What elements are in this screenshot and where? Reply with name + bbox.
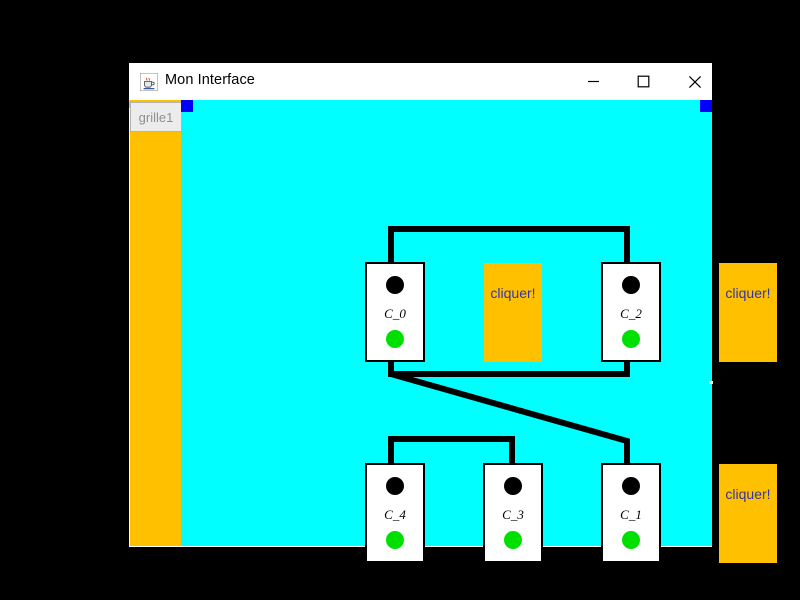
maximize-button[interactable] [620, 63, 666, 100]
close-icon [688, 75, 702, 88]
cell-bottom-dot[interactable] [622, 330, 640, 348]
cell-label: C_4 [384, 507, 406, 522]
sidebar-rail [130, 100, 181, 546]
cell-top-dot[interactable] [622, 477, 640, 495]
cliquer-button-label: cliquer! [725, 285, 771, 301]
cliquer-button-label: cliquer! [490, 285, 536, 301]
cell-bottom-dot[interactable] [386, 330, 404, 348]
cell-top-dot[interactable] [386, 477, 404, 495]
title-bar: Mon Interface [129, 63, 712, 100]
cliquer-button-3[interactable]: cliquer! [719, 464, 777, 563]
corner-marker-top-right[interactable] [700, 100, 712, 112]
cell-top-dot[interactable] [504, 477, 522, 495]
tab-grille1[interactable]: grille1 [130, 102, 182, 132]
cell-C_3[interactable]: C_3 [483, 463, 543, 563]
cell-label: C_2 [620, 306, 642, 321]
wire-c4-top-to-c3-top [388, 436, 515, 465]
cell-C_2[interactable]: C_2 [601, 262, 661, 362]
cell-top-dot[interactable] [622, 276, 640, 294]
cell-top-dot[interactable] [386, 276, 404, 294]
application-window: Mon Interface grille1 C_0 C_2 C_4 C_3 C_… [129, 63, 777, 563]
cell-bottom-dot[interactable] [504, 531, 522, 549]
cliquer-button-label: cliquer! [725, 486, 771, 502]
corner-marker-top-left[interactable] [181, 100, 193, 112]
wire-c0-bottom-to-c1-top [390, 371, 630, 465]
minimize-icon [587, 80, 599, 83]
window-edge-artifact [709, 381, 713, 384]
cell-bottom-dot[interactable] [386, 531, 404, 549]
cell-label: C_1 [620, 507, 642, 522]
tab-grille1-label: grille1 [138, 109, 174, 125]
cell-C_4[interactable]: C_4 [365, 463, 425, 563]
cell-bottom-dot[interactable] [622, 531, 640, 549]
cell-C_0[interactable]: C_0 [365, 262, 425, 362]
cell-label: C_0 [384, 306, 406, 321]
grid-canvas[interactable]: C_0 C_2 C_4 C_3 C_1 cliquer! cliquer! cl… [181, 100, 777, 563]
cell-C_1[interactable]: C_1 [601, 463, 661, 563]
window-title: Mon Interface [165, 72, 255, 88]
cliquer-button-1[interactable]: cliquer! [484, 263, 542, 362]
wire-c0-bottom-to-c2-bottom [388, 362, 630, 377]
java-coffee-cup-icon [139, 72, 159, 92]
cell-label: C_3 [502, 507, 524, 522]
minimize-button[interactable] [570, 63, 616, 100]
cliquer-button-2[interactable]: cliquer! [719, 263, 777, 362]
close-button[interactable] [672, 63, 718, 100]
maximize-icon [637, 75, 649, 88]
